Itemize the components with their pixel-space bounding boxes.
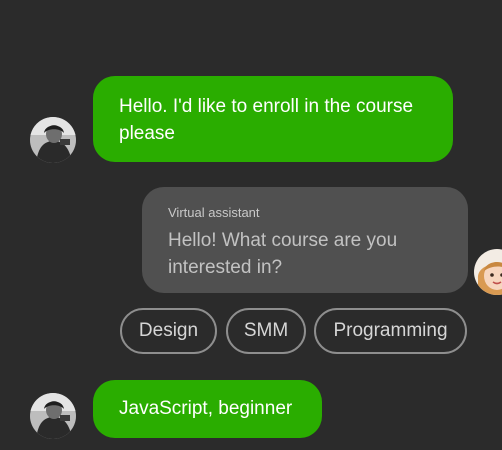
user-photo-icon: [30, 393, 76, 439]
user-avatar: [30, 393, 76, 439]
user-photo-icon: [30, 117, 76, 163]
assistant-illustration-icon: [474, 249, 502, 295]
assistant-avatar: [474, 249, 502, 295]
user-message-bubble: Hello. I'd like to enroll in the course …: [93, 76, 453, 162]
quick-reply-design[interactable]: Design: [120, 308, 217, 354]
assistant-message-bubble: Virtual assistant Hello! What course are…: [142, 187, 468, 293]
user-avatar: [30, 117, 76, 163]
quick-reply-programming[interactable]: Programming: [314, 308, 467, 354]
assistant-message-text: Hello! What course are you interested in…: [168, 230, 398, 278]
assistant-sender-name: Virtual assistant: [168, 205, 260, 220]
chat-screen: Hello. I'd like to enroll in the course …: [0, 0, 502, 450]
user-message-bubble: JavaScript, beginner: [93, 380, 322, 438]
user-message-text: Hello. I'd like to enroll in the course …: [119, 96, 414, 144]
quick-reply-smm[interactable]: SMM: [226, 308, 306, 354]
user-message-text: JavaScript, beginner: [119, 398, 293, 419]
